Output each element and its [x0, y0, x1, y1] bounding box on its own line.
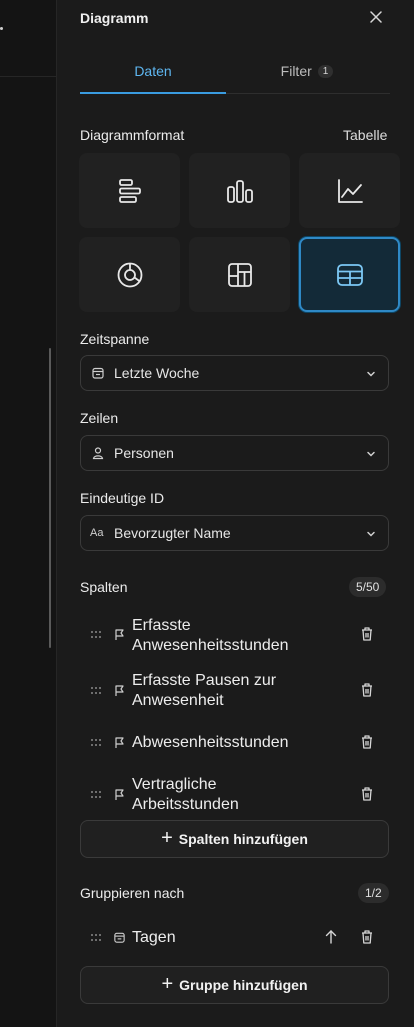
flag-icon	[115, 737, 124, 748]
trash-icon[interactable]	[360, 786, 374, 802]
column-row: Erfasste Anwesenheitsstunden	[80, 614, 389, 656]
format-tile-treemap[interactable]	[189, 237, 290, 312]
column-row: Abwesenheitsstunden	[80, 732, 389, 754]
column-label: Vertragliche Arbeitsstunden	[132, 775, 352, 815]
add-group-button[interactable]: + Gruppe hinzufügen	[80, 966, 389, 1004]
trash-icon[interactable]	[360, 682, 374, 698]
zeitspanne-value: Letzte Woche	[114, 365, 200, 381]
column-row: Vertragliche Arbeitsstunden	[80, 774, 389, 816]
tab-filter[interactable]: Filter 1	[227, 63, 387, 79]
add-group-label: Gruppe hinzufügen	[179, 977, 308, 993]
filter-count-badge: 1	[317, 65, 334, 78]
eindeutige-id-label: Eindeutige ID	[80, 490, 165, 506]
trash-icon[interactable]	[360, 734, 374, 750]
calendar-icon	[92, 367, 104, 379]
flag-icon	[115, 789, 124, 800]
column-label-line2: Anwesenheitsstunden	[132, 637, 289, 654]
column-label-line1: Erfasste	[132, 617, 191, 634]
scrollbar[interactable]	[49, 348, 51, 648]
background-dot	[0, 27, 3, 30]
close-icon	[370, 11, 382, 23]
column-label-line2: Anwesenheit	[132, 692, 224, 709]
drag-handle-icon[interactable]	[90, 630, 102, 640]
add-columns-button[interactable]: + Spalten hinzufügen	[80, 820, 389, 858]
flag-icon	[115, 685, 124, 696]
panel-title: Diagramm	[80, 10, 149, 26]
trash-icon[interactable]	[360, 929, 374, 945]
drag-handle-icon[interactable]	[90, 738, 102, 748]
column-label: Erfasste Pausen zur Anwesenheit	[132, 671, 352, 711]
trash-icon[interactable]	[360, 626, 374, 642]
column-label-line1: Erfasste Pausen zur	[132, 672, 277, 689]
flag-icon	[115, 629, 124, 640]
chevron-down-icon	[367, 371, 375, 377]
tab-filter-label: Filter	[280, 63, 312, 79]
active-tab-indicator	[80, 92, 226, 94]
arrow-up-icon[interactable]	[324, 929, 338, 945]
chevron-down-icon	[367, 531, 375, 537]
plus-icon: +	[161, 826, 173, 849]
drag-handle-icon[interactable]	[90, 790, 102, 800]
tab-daten[interactable]: Daten	[80, 63, 226, 79]
chart-settings-panel: Diagramm Daten Filter 1 Diagrammformat Ta…	[57, 0, 414, 1027]
drag-handle-icon[interactable]	[90, 933, 102, 943]
format-tile-table[interactable]	[299, 237, 400, 312]
chevron-down-icon	[367, 451, 375, 457]
background-divider	[0, 76, 56, 77]
group-label: Tagen	[132, 929, 176, 946]
column-label: Erfasste Anwesenheitsstunden	[132, 616, 352, 656]
group-row: Tagen	[80, 927, 389, 949]
zeitspanne-label: Zeitspanne	[80, 331, 150, 347]
eindeutige-id-select[interactable]: Aa Bevorzugter Name	[80, 515, 389, 551]
tab-divider	[226, 93, 390, 94]
gruppieren-label: Gruppieren nach	[80, 885, 185, 901]
zeitspanne-select[interactable]: Letzte Woche	[80, 355, 389, 391]
format-value: Tabelle	[343, 127, 388, 143]
bar-chart-icon	[226, 179, 253, 203]
column-label-line1: Vertragliche	[132, 776, 217, 793]
format-tile-line[interactable]	[299, 153, 400, 228]
donut-chart-icon	[117, 262, 142, 287]
format-tile-bar[interactable]	[189, 153, 290, 228]
table-icon	[336, 263, 363, 286]
zeilen-value: Personen	[114, 445, 174, 461]
tab-daten-label: Daten	[134, 63, 172, 79]
eindeutige-id-value: Bevorzugter Name	[114, 525, 231, 541]
format-tile-horizontal-bar[interactable]	[79, 153, 180, 228]
column-label-line2: Arbeitsstunden	[132, 796, 239, 813]
spalten-label: Spalten	[80, 579, 128, 595]
plus-icon: +	[161, 972, 174, 995]
gruppieren-count-badge: 1/2	[358, 883, 389, 903]
text-aa-icon: Aa	[90, 527, 104, 539]
treemap-icon	[227, 262, 252, 287]
column-row: Erfasste Pausen zur Anwesenheit	[80, 670, 389, 712]
drag-handle-icon[interactable]	[90, 686, 102, 696]
background-page	[0, 0, 57, 1027]
format-tile-donut[interactable]	[79, 237, 180, 312]
format-label: Diagrammformat	[80, 127, 185, 143]
add-columns-label: Spalten hinzufügen	[178, 831, 308, 847]
column-label: Abwesenheitsstunden	[132, 734, 289, 751]
horizontal-bar-chart-icon	[118, 178, 141, 203]
person-icon	[92, 447, 104, 460]
line-chart-icon	[337, 178, 363, 203]
spalten-count-badge: 5/50	[349, 577, 387, 597]
zeilen-select[interactable]: Personen	[80, 435, 389, 471]
zeilen-label: Zeilen	[80, 410, 119, 426]
close-button[interactable]	[367, 8, 385, 26]
calendar-icon	[114, 932, 125, 943]
